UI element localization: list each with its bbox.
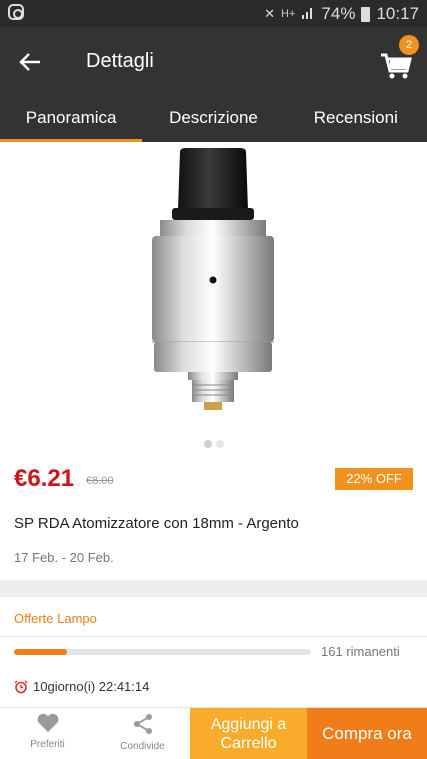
status-bar: ✕ H+ 74% 10:17	[0, 0, 427, 27]
product-card: €6.21 €8.00 22% OFF SP RDA Atomizzatore …	[0, 142, 427, 580]
countdown: 10giorno(i) 22:41:14	[14, 679, 149, 694]
countdown-text: 10giorno(i) 22:41:14	[33, 679, 150, 694]
original-price: €8.00	[86, 475, 114, 487]
share-icon	[133, 714, 152, 734]
flash-sale-section: Offerte Lampo 161 rimanenti 10giorno(i) …	[0, 597, 427, 707]
favorites-button[interactable]: Preferiti	[0, 708, 95, 759]
pager-dot-active[interactable]	[203, 440, 212, 448]
favorites-label: Preferiti	[30, 739, 65, 750]
flash-sale-title: Offerte Lampo	[14, 611, 97, 626]
image-pager	[0, 440, 427, 448]
bottom-action-bar: Preferiti Condivide Aggiungi a Carrello …	[0, 707, 427, 759]
tab-bar: Panoramica Descrizione Recensioni	[0, 97, 427, 142]
pager-dot[interactable]	[215, 440, 224, 448]
add-to-cart-button[interactable]: Aggiungi a Carrello	[190, 708, 307, 759]
shipping-dates: 17 Feb. - 20 Feb.	[14, 550, 114, 565]
clock: 10:17	[376, 4, 419, 23]
stock-progress-fill	[14, 649, 68, 655]
network-type: H+	[281, 8, 296, 20]
heart-icon	[37, 713, 58, 732]
app-bar: Dettagli 2	[0, 27, 427, 97]
buy-now-button[interactable]: Compra ora	[307, 708, 427, 759]
instagram-icon	[8, 4, 24, 20]
back-button[interactable]	[12, 45, 48, 79]
page-title: Dettagli	[86, 50, 154, 72]
stock-progress-bar	[14, 649, 311, 655]
mute-icon: ✕	[264, 6, 276, 21]
tab-reviews[interactable]: Recensioni	[285, 97, 427, 142]
product-title: SP RDA Atomizzatore con 18mm - Argento	[14, 515, 299, 532]
cart-badge: 2	[399, 35, 419, 55]
share-button[interactable]: Condivide	[95, 708, 190, 759]
discount-badge: 22% OFF	[335, 468, 413, 490]
arrow-left-icon	[19, 53, 40, 71]
status-indicators: ✕ H+ 74% 10:17	[264, 4, 419, 24]
battery-icon	[361, 6, 371, 22]
battery-percent: 74%	[321, 4, 356, 23]
share-label: Condivide	[120, 741, 165, 752]
alarm-clock-icon	[14, 680, 28, 693]
product-image[interactable]	[100, 142, 327, 422]
tab-overview[interactable]: Panoramica	[0, 97, 143, 142]
signal-icon	[301, 4, 315, 24]
divider	[0, 636, 427, 637]
product-price: €6.21	[14, 465, 75, 492]
remaining-count: 161 rimanenti	[321, 644, 400, 659]
tab-description[interactable]: Descrizione	[142, 97, 284, 142]
